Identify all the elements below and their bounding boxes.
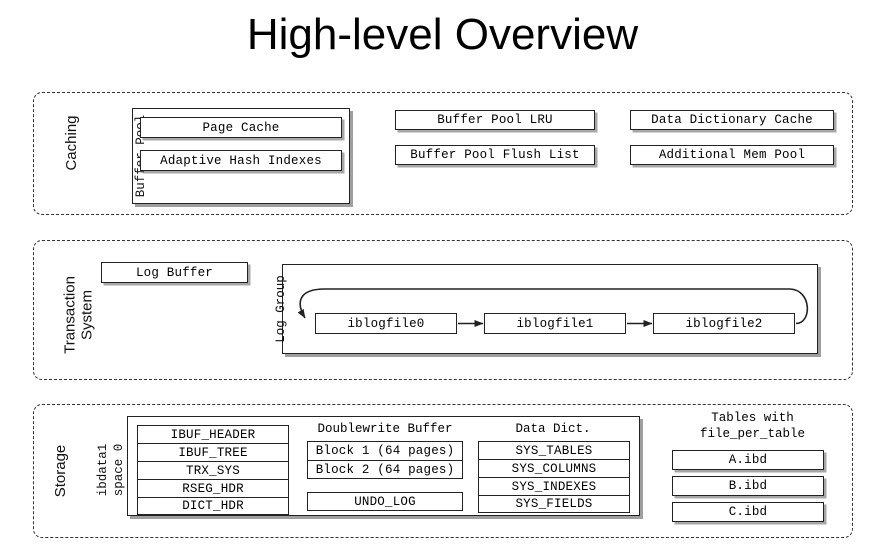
section-label-line2: System	[78, 290, 96, 341]
file-per-table-title: Tables with file_per_table	[670, 410, 835, 443]
section-label-transaction-system: Transaction System	[61, 263, 97, 368]
ibdata1-row-stack: IBUF_HEADER IBUF_TREE TRX_SYS RSEG_HDR D…	[137, 425, 289, 515]
cache-item-page-cache[interactable]: Page Cache	[140, 117, 342, 138]
ibdata1-row[interactable]: IBUF_HEADER	[137, 425, 289, 443]
ibdata1-row[interactable]: RSEG_HDR	[137, 479, 289, 497]
cache-item-buffer-pool-flush-list[interactable]: Buffer Pool Flush List	[395, 145, 595, 165]
ibdata1-row[interactable]: IBUF_TREE	[137, 443, 289, 461]
log-file-iblogfile0[interactable]: iblogfile0	[315, 313, 457, 334]
data-dict-title: Data Dict.	[515, 422, 591, 436]
doublewrite-undo-log[interactable]: UNDO_LOG	[307, 492, 463, 511]
data-dict-row[interactable]: SYS_INDEXES	[478, 477, 630, 495]
doublewrite-buffer-title: Doublewrite Buffer	[317, 422, 453, 436]
cache-item-adaptive-hash-indexes[interactable]: Adaptive Hash Indexes	[140, 150, 342, 171]
cache-item-data-dictionary-cache[interactable]: Data Dictionary Cache	[630, 110, 834, 130]
data-dict-row[interactable]: SYS_COLUMNS	[478, 459, 630, 477]
file-per-table-title-line2: file_per_table	[699, 427, 806, 442]
log-file-iblogfile2[interactable]: iblogfile2	[653, 313, 795, 334]
section-label-line1: Transaction	[61, 276, 79, 354]
log-file-iblogfile1[interactable]: iblogfile1	[484, 313, 626, 334]
file-per-table-c-ibd[interactable]: C.ibd	[672, 502, 824, 522]
file-per-table-title-line1: Tables with	[711, 411, 794, 425]
data-dict-row[interactable]: SYS_TABLES	[478, 441, 630, 459]
log-buffer-box[interactable]: Log Buffer	[101, 262, 248, 283]
data-dict-row[interactable]: SYS_FIELDS	[478, 495, 630, 513]
section-label-caching: Caching	[63, 115, 80, 171]
ibdata1-row[interactable]: TRX_SYS	[137, 461, 289, 479]
file-per-table-b-ibd[interactable]: B.ibd	[672, 476, 824, 496]
section-label-storage: Storage	[52, 444, 69, 498]
log-group-container	[282, 264, 818, 354]
doublewrite-block[interactable]: Block 2 (64 pages)	[307, 460, 463, 479]
cache-item-additional-mem-pool[interactable]: Additional Mem Pool	[630, 145, 834, 165]
ibdata1-row[interactable]: DICT_HDR	[137, 497, 289, 515]
doublewrite-block[interactable]: Block 1 (64 pages)	[307, 441, 463, 460]
doublewrite-block-stack: Block 1 (64 pages) Block 2 (64 pages)	[307, 441, 463, 479]
file-per-table-a-ibd[interactable]: A.ibd	[672, 450, 824, 470]
page-title: High-level Overview	[246, 10, 639, 59]
cache-item-buffer-pool-lru[interactable]: Buffer Pool LRU	[395, 110, 595, 130]
log-group-vertical-label: Log Group	[274, 275, 288, 343]
data-dict-row-stack: SYS_TABLES SYS_COLUMNS SYS_INDEXES SYS_F…	[478, 441, 630, 513]
